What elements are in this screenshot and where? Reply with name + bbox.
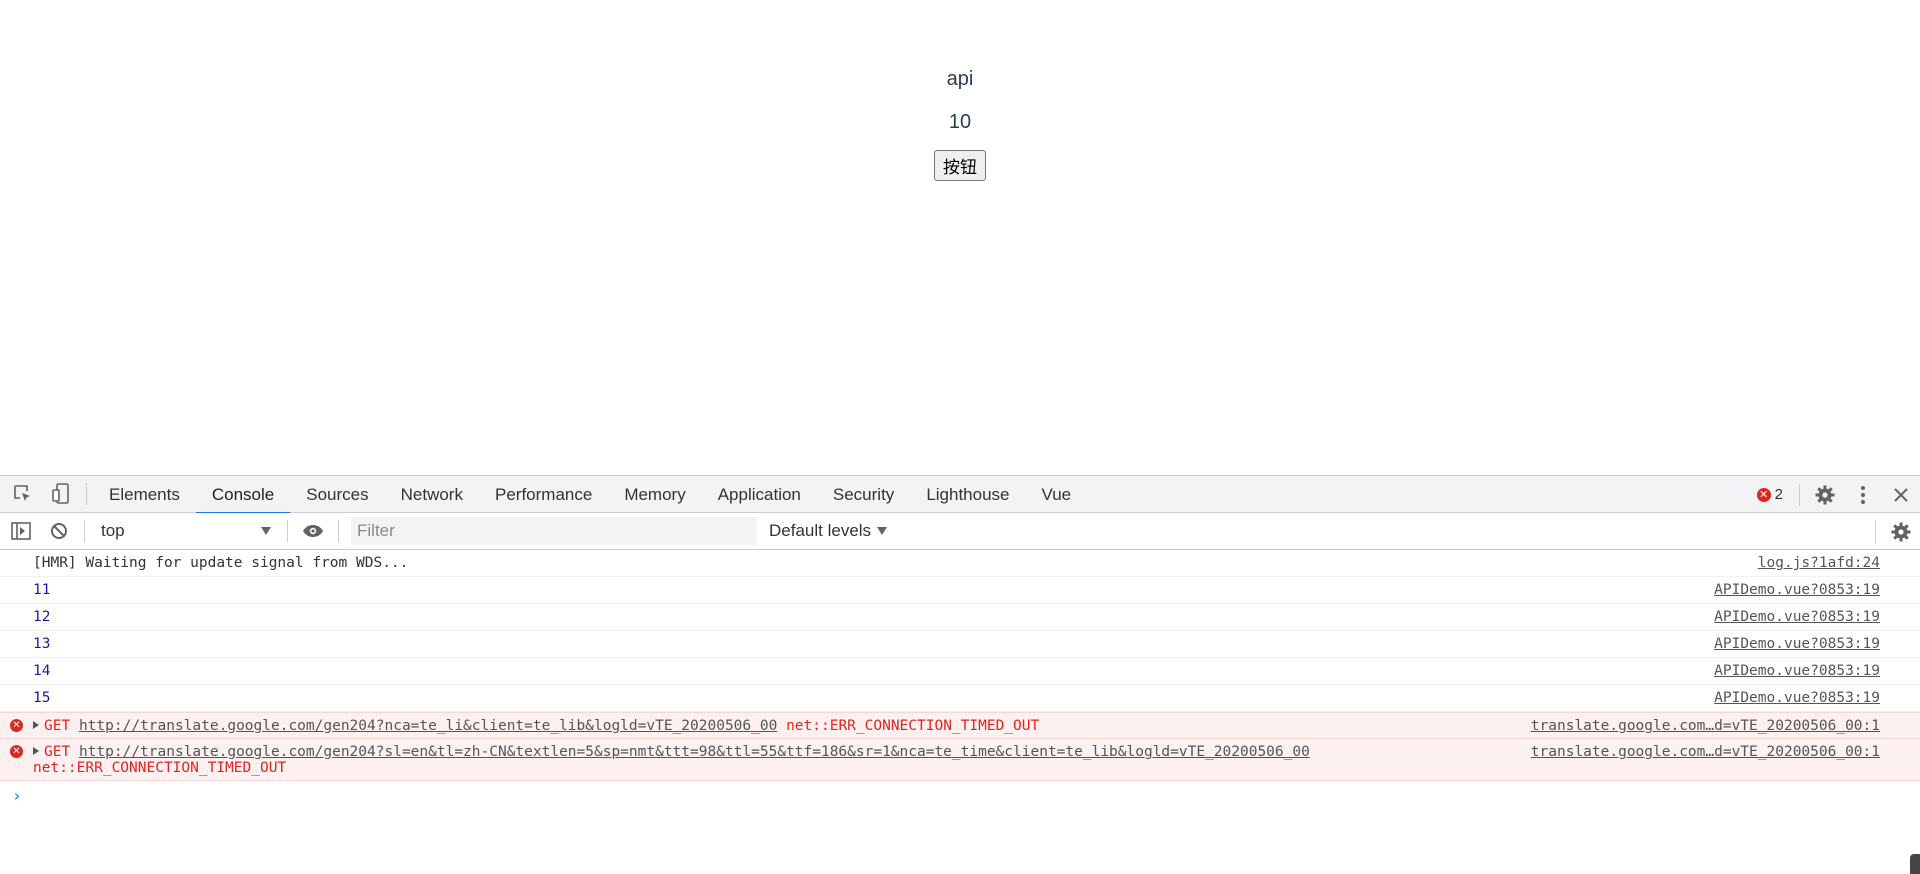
tab-elements[interactable]: Elements: [93, 476, 196, 513]
message-text: 12: [33, 609, 51, 625]
tab-network[interactable]: Network: [385, 476, 479, 513]
console-error-message: ✕ GET http://translate.google.com/gen204…: [0, 712, 1920, 739]
app-root: api 10 按钮: [0, 66, 1920, 181]
tab-memory[interactable]: Memory: [608, 476, 701, 513]
expand-triangle-icon[interactable]: [33, 721, 39, 729]
close-devtools-icon[interactable]: [1882, 476, 1920, 513]
filter-input[interactable]: [351, 517, 757, 545]
chevron-down-icon: [261, 527, 271, 535]
message-text: 13: [33, 636, 51, 652]
toolbar-divider: [287, 520, 288, 542]
console-settings-gear-icon[interactable]: [1882, 513, 1920, 550]
console-message: 14 APIDemo.vue?0853:19: [0, 658, 1920, 685]
console-messages: [HMR] Waiting for update signal from WDS…: [0, 550, 1920, 811]
device-toolbar-icon[interactable]: [42, 476, 80, 513]
live-expression-eye-icon[interactable]: [294, 513, 332, 550]
devtools-tabs: Elements Console Sources Network Performance…: [93, 476, 1088, 514]
console-prompt[interactable]: ›: [0, 781, 1920, 811]
console-message: 15 APIDemo.vue?0853:19: [0, 685, 1920, 712]
tabbar-right: ✕ 2: [1747, 476, 1920, 513]
toolbar-divider: [84, 520, 85, 542]
inspect-element-icon[interactable]: [4, 476, 42, 513]
toolbar-right-divider: [1875, 520, 1876, 543]
tab-lighthouse[interactable]: Lighthouse: [910, 476, 1025, 513]
message-text: 11: [33, 582, 51, 598]
console-error-message: ✕ GET http://translate.google.com/gen204…: [0, 739, 1920, 781]
tab-application[interactable]: Application: [702, 476, 817, 513]
error-code: net::ERR_CONNECTION_TIMED_OUT: [786, 718, 1040, 734]
message-text: [HMR] Waiting for update signal from WDS…: [33, 555, 409, 571]
error-text: GET http://translate.google.com/gen204?n…: [33, 718, 1039, 734]
console-message: 12 APIDemo.vue?0853:19: [0, 604, 1920, 631]
message-source-link[interactable]: APIDemo.vue?0853:19: [1714, 690, 1880, 706]
log-levels-dropdown[interactable]: Default levels: [769, 521, 888, 541]
show-sidebar-icon[interactable]: [2, 513, 40, 550]
error-code: net::ERR_CONNECTION_TIMED_OUT: [33, 760, 287, 776]
chevron-down-icon: [877, 527, 888, 535]
error-url-link[interactable]: http://translate.google.com/gen204?sl=en…: [79, 744, 1310, 760]
message-source-link[interactable]: APIDemo.vue?0853:19: [1714, 663, 1880, 679]
context-selector[interactable]: top: [91, 513, 281, 550]
message-source-link[interactable]: APIDemo.vue?0853:19: [1714, 609, 1880, 625]
message-text: 15: [33, 690, 51, 706]
console-message: [HMR] Waiting for update signal from WDS…: [0, 550, 1920, 577]
toolbar-right: [1869, 513, 1920, 550]
error-icon: ✕: [10, 719, 23, 732]
more-options-icon[interactable]: [1844, 476, 1882, 513]
tab-vue[interactable]: Vue: [1026, 476, 1088, 513]
error-url-link[interactable]: http://translate.google.com/gen204?nca=t…: [79, 718, 777, 734]
console-message: 13 APIDemo.vue?0853:19: [0, 631, 1920, 658]
context-value: top: [101, 521, 125, 540]
message-source-link[interactable]: APIDemo.vue?0853:19: [1714, 582, 1880, 598]
counter-value: 10: [948, 111, 972, 133]
increment-button[interactable]: 按钮: [934, 150, 986, 181]
scrollbar-thumb[interactable]: [1910, 854, 1920, 874]
error-source-link[interactable]: translate.google.com…d=vTE_20200506_00:1: [1531, 744, 1880, 760]
expand-triangle-icon[interactable]: [33, 747, 39, 755]
log-levels-label: Default levels: [769, 521, 872, 540]
error-method: GET: [44, 718, 71, 734]
error-icon: ✕: [1756, 487, 1771, 502]
tabbar-divider: [86, 483, 87, 505]
tab-sources[interactable]: Sources: [290, 476, 384, 513]
error-icon: ✕: [10, 745, 23, 758]
devtools-panel: Elements Console Sources Network Performance…: [0, 475, 1920, 874]
toolbar-divider: [338, 520, 339, 542]
tab-performance[interactable]: Performance: [479, 476, 608, 513]
message-text: 14: [33, 663, 51, 679]
devtools-tabbar: Elements Console Sources Network Performance…: [0, 476, 1920, 514]
message-source-link[interactable]: log.js?1afd:24: [1758, 555, 1880, 571]
error-count: 2: [1774, 486, 1783, 503]
console-message: 11 APIDemo.vue?0853:19: [0, 577, 1920, 604]
error-method: GET: [44, 744, 71, 760]
settings-gear-icon[interactable]: [1806, 476, 1844, 513]
page-viewport: api 10 按钮: [0, 0, 1920, 474]
tab-security[interactable]: Security: [817, 476, 910, 513]
console-toolbar: top Default levels: [0, 513, 1920, 550]
app-title: api: [946, 68, 974, 90]
tabbar-right-divider: [1799, 483, 1800, 506]
error-source-link[interactable]: translate.google.com…d=vTE_20200506_00:1: [1531, 718, 1880, 734]
prompt-chevron-icon: ›: [12, 786, 22, 805]
clear-console-icon[interactable]: [40, 513, 78, 550]
tab-console[interactable]: Console: [195, 476, 291, 514]
message-source-link[interactable]: APIDemo.vue?0853:19: [1714, 636, 1880, 652]
error-counter[interactable]: ✕ 2: [1747, 486, 1793, 503]
